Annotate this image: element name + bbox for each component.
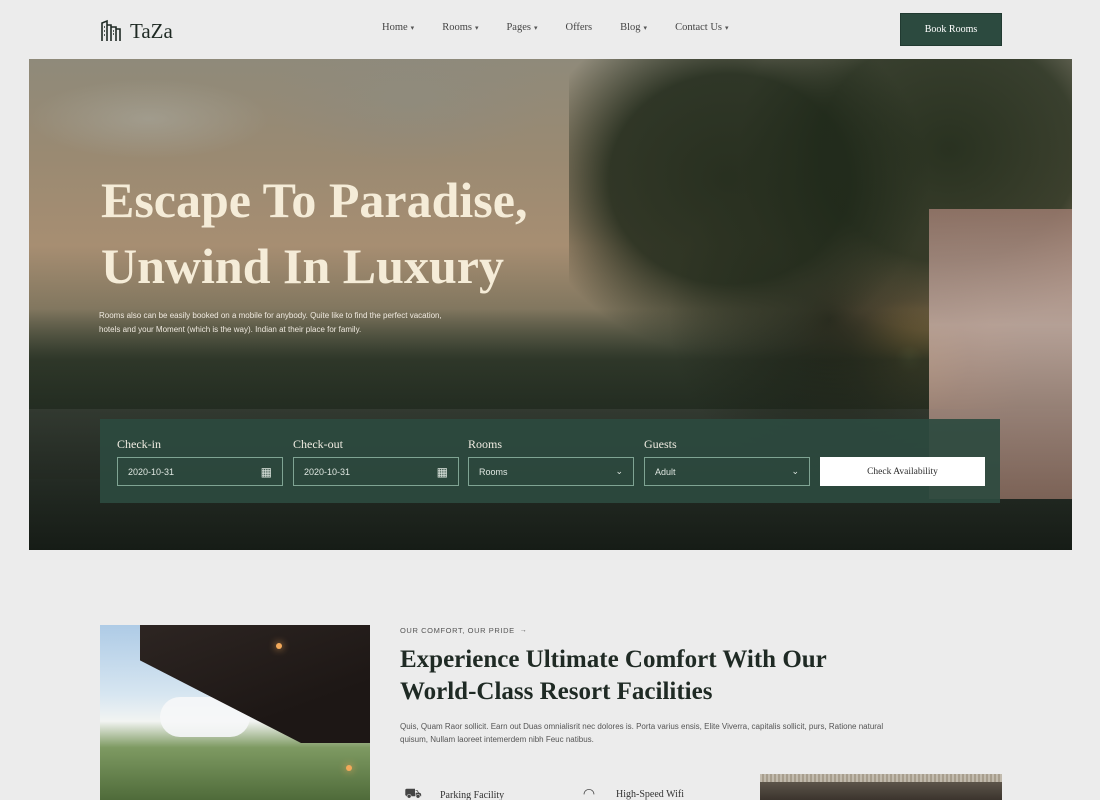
nav-offers-label: Offers (565, 22, 593, 33)
nav-offers[interactable]: Offers (565, 22, 592, 33)
chevron-down-icon: ▾ (474, 23, 479, 32)
nav-rooms-label: Rooms (442, 22, 472, 33)
guests-select[interactable]: Adult ⌄ (644, 457, 810, 486)
facility-thumbnail (760, 774, 1002, 800)
resort-photo (100, 625, 370, 800)
section-description: Quis, Quam Raor sollicit. Earn out Duas … (400, 722, 884, 744)
chevron-down-icon: ▾ (725, 23, 729, 32)
feature-wifi-label: High-Speed Wifi (616, 789, 685, 800)
guests-label: Guests (644, 437, 677, 451)
guests-value: Adult (655, 466, 676, 477)
section-title-line1: Experience Ultimate Comfort With Our (400, 646, 827, 673)
chevron-down-icon: ⌄ (615, 466, 623, 476)
calendar-icon: ▦ (260, 464, 272, 479)
nav-pages-label: Pages (506, 22, 531, 33)
nav-contact[interactable]: Contact Us ▾ (675, 22, 728, 33)
nav-rooms[interactable]: Rooms ▾ (442, 22, 478, 33)
wifi-icon: ◠ (582, 787, 596, 800)
main-nav: Home ▾ Rooms ▾ Pages ▾ Offers Blog ▾ Con… (382, 22, 757, 33)
rooms-value: Rooms (479, 466, 508, 477)
hero-banner: Escape To Paradise, Unwind In Luxury Roo… (29, 59, 1072, 550)
checkout-field: Check-out 2020-10-31 ▦ (293, 437, 459, 486)
nav-pages[interactable]: Pages ▾ (506, 22, 537, 33)
check-availability-button[interactable]: Check Availability (820, 457, 985, 486)
guests-field: Guests Adult ⌄ (644, 437, 810, 486)
section-title: Experience Ultimate Comfort With Our Wor… (400, 644, 920, 708)
section-eyebrow: OUR COMFORT, OUR PRIDE → (400, 626, 527, 635)
hero-title: Escape To Paradise, Unwind In Luxury (101, 167, 661, 299)
rooms-select[interactable]: Rooms ⌄ (468, 457, 634, 486)
hero-description: Rooms also can be easily booked on a mob… (99, 311, 442, 334)
building-icon (101, 19, 121, 41)
nav-home-label: Home (382, 22, 408, 33)
checkin-input[interactable]: 2020-10-31 ▦ (117, 457, 283, 486)
rooms-field: Rooms Rooms ⌄ (468, 437, 634, 486)
checkin-field: Check-in 2020-10-31 ▦ (117, 437, 283, 486)
car-icon: ⛟ (404, 787, 422, 800)
nav-home[interactable]: Home ▾ (382, 22, 414, 33)
eyebrow-text: OUR COMFORT, OUR PRIDE (400, 626, 515, 635)
section-title-line2: World-Class Resort Facilities (400, 678, 713, 705)
nav-blog[interactable]: Blog ▾ (620, 22, 647, 33)
chevron-down-icon: ▾ (410, 23, 415, 32)
nav-contact-label: Contact Us (675, 22, 723, 33)
checkout-label: Check-out (293, 437, 343, 451)
arrow-right-icon: → (519, 627, 528, 634)
rooms-label: Rooms (468, 437, 503, 451)
hero-title-line1: Escape To Paradise, (101, 172, 528, 228)
calendar-icon: ▦ (436, 464, 448, 479)
logo[interactable]: TaZa (100, 17, 173, 45)
checkin-value: 2020-10-31 (128, 466, 175, 477)
chevron-down-icon: ⌄ (791, 466, 799, 476)
hero-title-line2: Unwind In Luxury (101, 238, 504, 294)
feature-parking: ⛟ Parking Facility (400, 786, 504, 800)
chevron-down-icon: ▾ (533, 23, 538, 32)
feature-parking-label: Parking Facility (440, 789, 505, 800)
checkout-value: 2020-10-31 (304, 466, 351, 477)
checkin-label: Check-in (117, 437, 161, 451)
photo-lamp (276, 643, 282, 649)
nav-blog-label: Blog (620, 22, 641, 33)
book-rooms-button[interactable]: Book Rooms (900, 13, 1002, 46)
checkout-input[interactable]: 2020-10-31 ▦ (293, 457, 459, 486)
feature-wifi: ◠ High-Speed Wifi (576, 786, 684, 800)
photo-lamp (346, 765, 352, 771)
site-header: TaZa Home ▾ Rooms ▾ Pages ▾ Offers Blog … (0, 0, 1100, 60)
logo-text: TaZa (130, 18, 173, 43)
chevron-down-icon: ▾ (643, 23, 648, 32)
booking-form: Check-in 2020-10-31 ▦ Check-out 2020-10-… (100, 419, 1000, 503)
